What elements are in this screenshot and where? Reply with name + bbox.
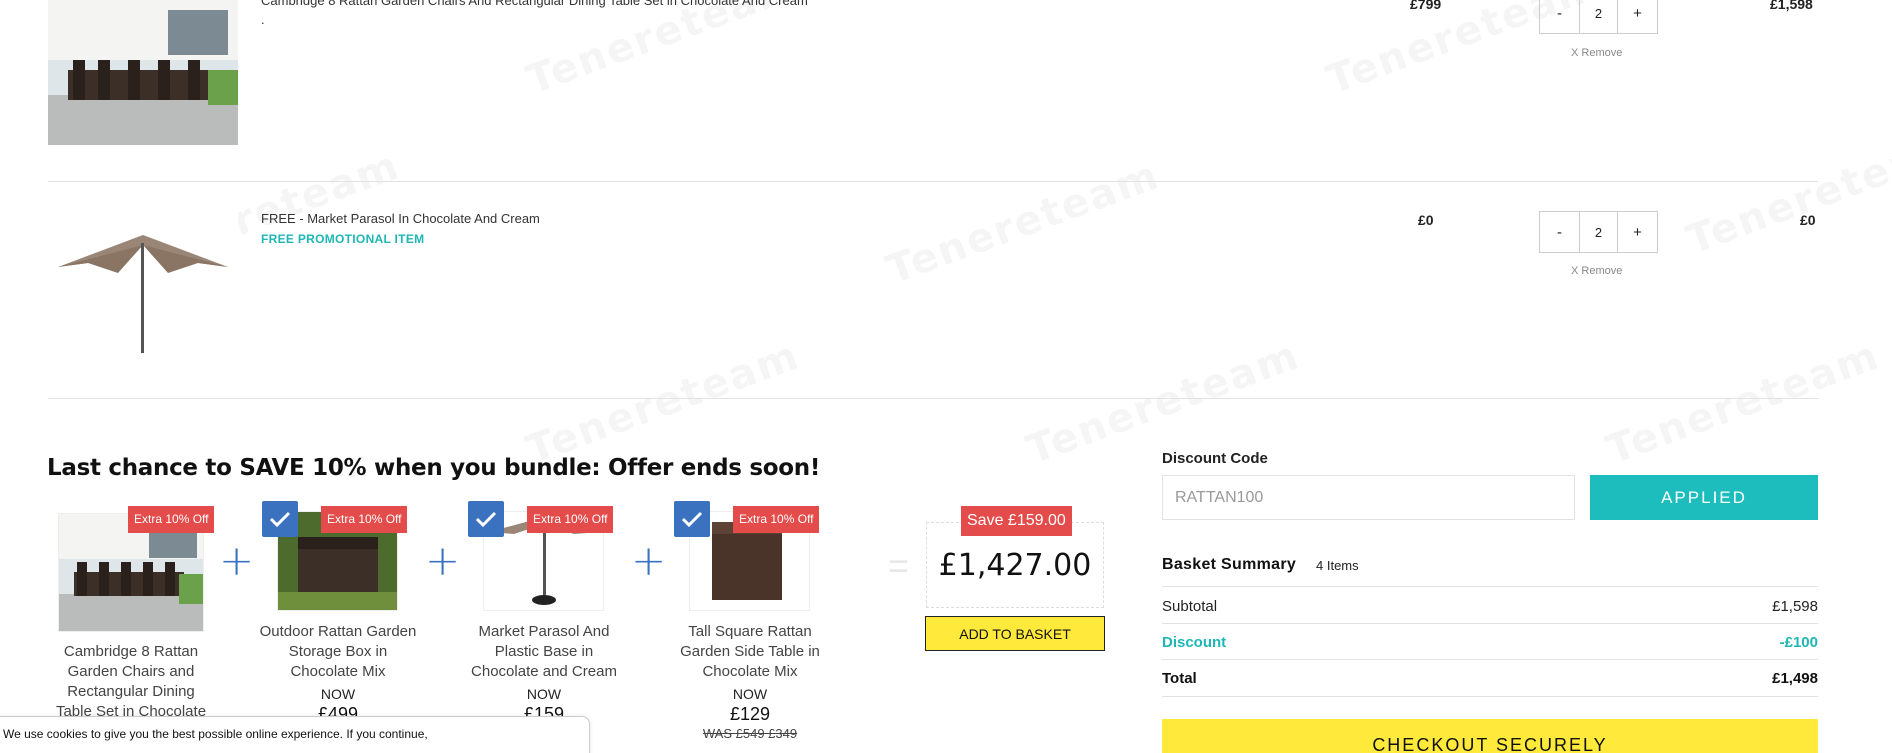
summary-row-discount: Discount -£100	[1162, 634, 1818, 651]
cart-item-name-suffix: .	[261, 12, 265, 27]
bundle-item-price: £129	[729, 704, 771, 724]
remove-link[interactable]: X Remove	[1571, 265, 1622, 277]
bundle-checkbox[interactable]	[262, 501, 298, 537]
cart-item-line-total: £1,598	[1770, 0, 1813, 12]
checkout-button[interactable]: CHECKOUT SECURELY	[1162, 719, 1818, 753]
summary-label: Total	[1162, 670, 1197, 687]
quantity-stepper[interactable]: - 2 +	[1539, 211, 1658, 253]
qty-plus-button[interactable]: +	[1618, 0, 1657, 33]
summary-value: £1,598	[1772, 598, 1818, 615]
plus-sign: +	[219, 536, 255, 585]
summary-divider	[1162, 586, 1818, 587]
qty-plus-button[interactable]: +	[1618, 212, 1657, 252]
bundle-item-name[interactable]: Market Parasol And Plastic Base in Choco…	[464, 622, 624, 682]
qty-value[interactable]: 2	[1579, 212, 1618, 252]
summary-divider	[1162, 623, 1818, 624]
summary-divider	[1162, 659, 1818, 660]
bundle-was-price: WAS £549 £349	[702, 726, 798, 741]
row-divider	[48, 181, 1818, 182]
basket-summary-title: Basket Summary	[1162, 556, 1297, 573]
promo-label: FREE PROMOTIONAL ITEM	[261, 232, 425, 246]
bundle-total-price: £1,427.00	[938, 548, 1092, 583]
product-image-dining-set[interactable]	[48, 0, 238, 145]
summary-row-subtotal: Subtotal £1,598	[1162, 598, 1818, 615]
bundle-checkbox[interactable]	[468, 501, 504, 537]
qty-minus-button[interactable]: -	[1540, 0, 1579, 33]
bundle-now-label: NOW	[320, 686, 356, 702]
save-badge: Save £159.00	[961, 506, 1072, 536]
summary-label: Subtotal	[1162, 598, 1218, 615]
cart-item-name[interactable]: Cambridge 8 Rattan Garden Chairs And Rec…	[261, 0, 808, 8]
extra-off-badge: Extra 10% Off	[128, 506, 215, 533]
quantity-stepper[interactable]: - 2 +	[1539, 0, 1658, 34]
bundle-item-name[interactable]: Tall Square Rattan Garden Side Table in …	[670, 622, 830, 682]
bundle-checkbox[interactable]	[674, 501, 710, 537]
plus-sign: +	[631, 536, 667, 585]
summary-row-total: Total £1,498	[1162, 670, 1818, 687]
watermark-text: Tenereteam	[521, 332, 806, 473]
remove-link[interactable]: X Remove	[1571, 47, 1622, 59]
row-divider	[48, 398, 1818, 399]
discount-code-input[interactable]: RATTAN100	[1162, 475, 1575, 520]
summary-value: £1,498	[1772, 670, 1818, 687]
cart-item-price: £0	[1418, 212, 1434, 228]
bundle-title: Last chance to SAVE 10% when you bundle:…	[47, 455, 821, 481]
extra-off-badge: Extra 10% Off	[527, 506, 614, 533]
summary-value: -£100	[1779, 634, 1818, 651]
add-to-basket-button[interactable]: ADD TO BASKET	[925, 616, 1105, 651]
qty-value[interactable]: 2	[1579, 0, 1618, 33]
applied-button[interactable]: APPLIED	[1590, 475, 1818, 520]
cart-item-name[interactable]: FREE - Market Parasol In Chocolate And C…	[261, 211, 540, 226]
discount-code-label: Discount Code	[1162, 450, 1268, 467]
equals-sign: =	[888, 545, 910, 586]
bundle-item-name[interactable]: Outdoor Rattan Garden Storage Box in Cho…	[258, 622, 418, 682]
extra-off-badge: Extra 10% Off	[733, 506, 820, 533]
product-image-parasol[interactable]	[48, 205, 238, 360]
summary-divider	[1162, 696, 1818, 697]
basket-item-count: 4 Items	[1316, 558, 1359, 573]
watermark-text: Tenereteam	[521, 0, 806, 104]
bundle-item-name[interactable]: Cambridge 8 Rattan Garden Chairs and Rec…	[50, 642, 212, 722]
extra-off-badge: Extra 10% Off	[321, 506, 408, 533]
bundle-now-label: NOW	[732, 686, 768, 702]
summary-label: Discount	[1162, 634, 1227, 651]
cart-item-line-total: £0	[1800, 212, 1816, 228]
watermark-text: Tenereteam	[1601, 332, 1886, 473]
watermark-text: Tenereteam	[1681, 122, 1892, 263]
cart-item-price: £799	[1410, 0, 1442, 12]
plus-sign: +	[425, 536, 461, 585]
cookie-text: We use cookies to give you the best poss…	[3, 727, 428, 741]
bundle-now-label: NOW	[526, 686, 562, 702]
watermark-text: Tenereteam	[881, 152, 1166, 293]
cookie-banner: We use cookies to give you the best poss…	[0, 716, 590, 753]
qty-minus-button[interactable]: -	[1540, 212, 1579, 252]
